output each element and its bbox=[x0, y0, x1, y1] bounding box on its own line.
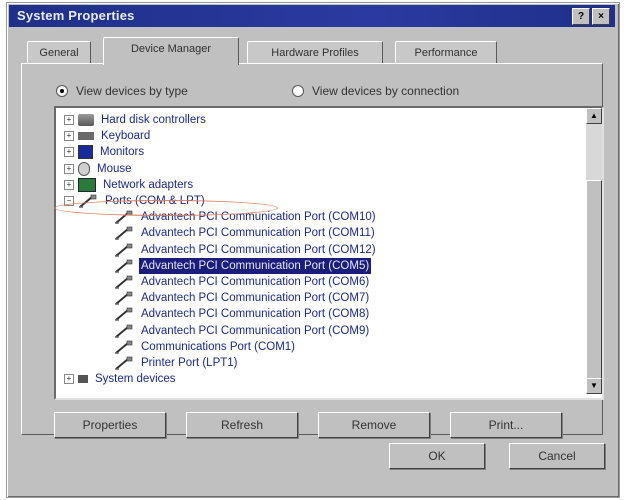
tree-scrollbar[interactable]: ▲ ▼ bbox=[586, 108, 602, 394]
tree-expander[interactable]: + bbox=[64, 179, 74, 190]
hard-disk-icon bbox=[78, 114, 94, 126]
tree-device-row[interactable]: Advantech PCI Communication Port (COM11) bbox=[114, 225, 377, 241]
mouse-icon bbox=[78, 161, 90, 176]
tree-item-label: Hard disk controllers bbox=[101, 114, 206, 126]
scroll-up-button[interactable]: ▲ bbox=[586, 108, 602, 124]
tree-item-label: System devices bbox=[95, 373, 176, 386]
tree-category-row[interactable]: + Keyboard bbox=[64, 128, 152, 144]
view-by-connection-option[interactable]: View devices by connection bbox=[292, 84, 459, 98]
tree-expander[interactable]: + bbox=[64, 131, 74, 142]
tab-device-manager[interactable]: Device Manager bbox=[103, 37, 239, 65]
tab-performance[interactable]: Performance bbox=[395, 41, 497, 64]
tree-item-label: Mouse bbox=[97, 162, 132, 175]
tree-category-row[interactable]: − Ports (COM & LPT) bbox=[64, 193, 207, 209]
view-by-type-option[interactable]: View devices by type bbox=[56, 84, 188, 98]
tree-item-label: Communications Port (COM1) bbox=[141, 340, 296, 353]
port-icon bbox=[114, 356, 134, 370]
properties-button[interactable]: Properties bbox=[54, 412, 166, 438]
remove-button[interactable]: Remove bbox=[318, 412, 430, 438]
tree-expander[interactable]: − bbox=[64, 196, 74, 206]
tree-category-row[interactable]: + System devices bbox=[64, 371, 178, 387]
port-icon bbox=[114, 340, 134, 354]
tree-item-label: Advantech PCI Communication Port (COM8) bbox=[141, 308, 370, 321]
tree-expander[interactable]: + bbox=[64, 163, 74, 174]
close-button[interactable]: × bbox=[592, 8, 610, 25]
tree-device-row[interactable]: Advantech PCI Communication Port (COM9) bbox=[114, 323, 371, 339]
tree-expander[interactable]: + bbox=[64, 115, 74, 125]
tree-device-row[interactable]: Advantech PCI Communication Port (COM5) bbox=[114, 257, 372, 274]
tree-item-label: Advantech PCI Communication Port (COM6) bbox=[141, 276, 370, 288]
tree-device-row[interactable]: Printer Port (LPT1) bbox=[114, 355, 240, 371]
tree-item-label: Advantech PCI Communication Port (COM10) bbox=[141, 211, 376, 224]
ok-button[interactable]: OK bbox=[389, 443, 485, 469]
tree-device-row[interactable]: Advantech PCI Communication Port (COM7) bbox=[114, 290, 371, 306]
view-by-type-radio[interactable] bbox=[56, 85, 68, 97]
tree-category-row[interactable]: + Monitors bbox=[64, 144, 146, 160]
tree-device-row[interactable]: Communications Port (COM1) bbox=[114, 339, 297, 355]
view-by-connection-radio[interactable] bbox=[292, 85, 304, 97]
monitor-icon bbox=[78, 145, 93, 160]
tree-category-row[interactable]: + Mouse bbox=[64, 161, 134, 177]
tree-expander[interactable]: + bbox=[64, 147, 74, 158]
tree-device-row[interactable]: Advantech PCI Communication Port (COM10) bbox=[114, 209, 378, 225]
tab-hardware-profiles[interactable]: Hardware Profiles bbox=[247, 41, 383, 64]
print-button[interactable]: Print... bbox=[450, 412, 562, 438]
device-tree[interactable]: + Hard disk controllers + Keyboard + Monitors… bbox=[54, 106, 604, 400]
port-icon bbox=[114, 291, 134, 305]
tree-item-label: Keyboard bbox=[101, 130, 151, 143]
port-icon bbox=[114, 275, 134, 289]
system-properties-window: System Properties ? × General Device Man… bbox=[6, 2, 620, 498]
tree-device-row[interactable]: Advantech PCI Communication Port (COM8) bbox=[114, 306, 371, 322]
network-icon bbox=[78, 177, 96, 192]
port-icon bbox=[114, 324, 134, 338]
tree-category-row[interactable]: + Network adapters bbox=[64, 177, 195, 193]
tree-item-label: Advantech PCI Communication Port (COM9) bbox=[141, 324, 370, 337]
port-icon bbox=[78, 194, 98, 208]
tree-item-label: Monitors bbox=[100, 146, 145, 159]
tree-item-label: Ports (COM & LPT) bbox=[105, 195, 205, 207]
tree-device-row[interactable]: Advantech PCI Communication Port (COM12) bbox=[114, 242, 378, 258]
port-icon bbox=[114, 243, 134, 257]
port-icon bbox=[114, 259, 134, 273]
port-icon bbox=[114, 307, 134, 322]
window-title: System Properties bbox=[17, 8, 135, 23]
port-icon bbox=[114, 210, 134, 224]
tab-general[interactable]: General bbox=[27, 41, 91, 64]
scroll-thumb[interactable] bbox=[586, 180, 602, 382]
tree-item-label: Advantech PCI Communication Port (COM12) bbox=[141, 243, 376, 256]
tree-item-label: Advantech PCI Communication Port (COM5) bbox=[139, 257, 372, 274]
tree-item-label: Network adapters bbox=[103, 178, 194, 191]
scroll-down-button[interactable]: ▼ bbox=[586, 378, 602, 394]
tree-item-label: Advantech PCI Communication Port (COM11) bbox=[141, 227, 375, 240]
tree-expander[interactable]: + bbox=[64, 374, 74, 385]
refresh-button[interactable]: Refresh bbox=[186, 412, 298, 438]
tree-device-row[interactable]: Advantech PCI Communication Port (COM6) bbox=[114, 274, 371, 290]
view-by-connection-label: View devices by connection bbox=[312, 84, 460, 98]
tree-item-label: Printer Port (LPT1) bbox=[141, 357, 238, 369]
cancel-button[interactable]: Cancel bbox=[509, 443, 605, 469]
port-icon bbox=[114, 226, 134, 241]
system-devices-icon bbox=[78, 375, 88, 384]
tree-item-label: Advantech PCI Communication Port (COM7) bbox=[141, 292, 370, 305]
title-bar[interactable]: System Properties ? × bbox=[9, 5, 615, 27]
tree-category-row[interactable]: + Hard disk controllers bbox=[64, 112, 208, 128]
keyboard-icon bbox=[78, 132, 94, 141]
device-manager-page: View devices by type View devices by con… bbox=[21, 63, 604, 438]
help-button[interactable]: ? bbox=[572, 8, 590, 25]
view-by-type-label: View devices by type bbox=[76, 84, 188, 98]
